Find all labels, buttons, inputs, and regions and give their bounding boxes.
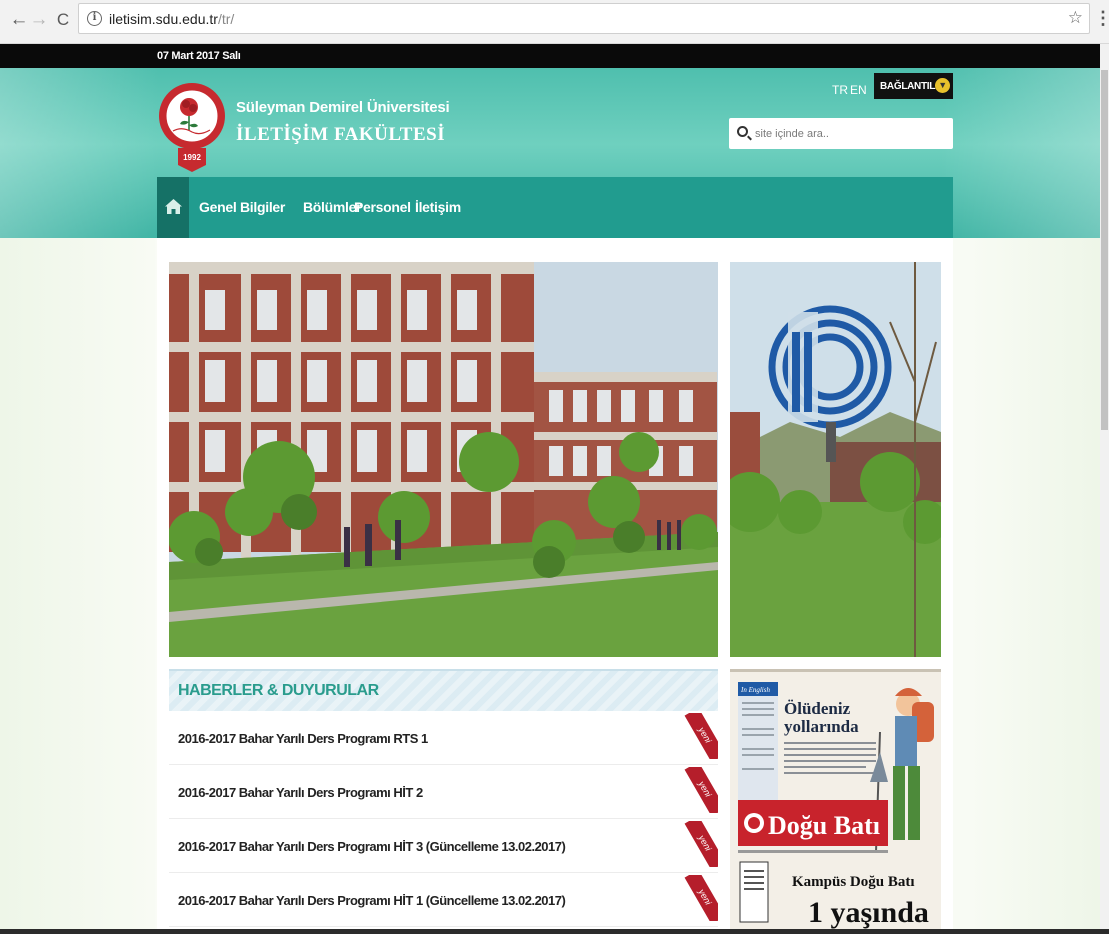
info-icon[interactable]: i (87, 11, 102, 26)
new-badge: yeni (684, 767, 718, 813)
nav-item-iletisim[interactable]: İletişim (415, 199, 461, 215)
newspaper-promo-banner[interactable]: In English Ölüdeniz yollarında Doğu Batı (730, 669, 941, 930)
faculty-name[interactable]: İLETİŞİM FAKÜLTESİ (236, 124, 445, 146)
university-name[interactable]: Süleyman Demirel Üniversitesi (236, 99, 450, 116)
news-section-header: HABERLER & DUYURULAR (169, 669, 718, 711)
forward-button[interactable]: → (28, 8, 50, 32)
nav-home-button[interactable] (157, 177, 189, 238)
lang-tr-link[interactable]: TR (832, 83, 848, 97)
url-host: iletisim.sdu.edu.tr (109, 11, 218, 27)
promo-tag: In English (740, 686, 770, 694)
news-item-title[interactable]: 2016-2017 Bahar Yarılı Ders Programı RTS… (178, 731, 428, 746)
new-badge: yeni (684, 713, 718, 759)
home-icon (165, 199, 182, 214)
address-bar[interactable]: i iletisim.sdu.edu.tr/tr/ ☆ (78, 3, 1090, 34)
reload-button[interactable]: C (52, 8, 74, 32)
back-button[interactable]: ← (8, 8, 30, 32)
current-date: 07 Mart 2017 Salı (157, 50, 241, 62)
news-item[interactable]: 2016-2017 Bahar Yarılı Ders Programı RTS… (169, 713, 718, 765)
news-item[interactable]: 2016-2017 Bahar Yarılı Ders Programı HİT… (169, 767, 718, 819)
newspaper-cover-image: In English Ölüdeniz yollarında Doğu Batı (730, 672, 941, 930)
news-item-title[interactable]: 2016-2017 Bahar Yarılı Ders Programı HİT… (178, 785, 423, 800)
promo-kampus-sub: 1 yaşında (808, 896, 929, 929)
search-input[interactable] (755, 124, 945, 143)
promo-headline-2: yollarında (784, 717, 859, 736)
news-item[interactable]: 2016-2017 Bahar Yarılı Ders Programı HİT… (169, 821, 718, 873)
links-dropdown-button[interactable]: BAĞLANTILAR ▼ (874, 73, 953, 99)
campus-hero-image[interactable] (169, 262, 718, 657)
news-section-title[interactable]: HABERLER & DUYURULAR (178, 682, 379, 700)
main-navigation: Genel Bilgiler Bölümler Personel İletişi… (157, 177, 953, 238)
promo-kampus-title: Kampüs Doğu Batı (792, 874, 915, 890)
faculty-logo-sculpture-image[interactable] (730, 262, 941, 657)
scrollbar-thumb[interactable] (1101, 70, 1108, 430)
date-strip: 07 Mart 2017 Salı (0, 44, 1100, 68)
seal-year: 1992 (183, 153, 201, 162)
promo-headline-1: Ölüdeniz (784, 699, 851, 718)
header-glow-left (0, 68, 160, 238)
lang-en-link[interactable]: EN (850, 83, 867, 97)
promo-paper-name: Doğu Batı (768, 811, 880, 840)
header-glow-right (940, 68, 1100, 238)
news-item[interactable]: 2016-2017 Bahar Yarılı Ders Programı HİT… (169, 875, 718, 927)
bottom-edge (0, 929, 1109, 934)
url-path: /tr/ (217, 11, 235, 27)
new-badge: yeni (684, 875, 718, 921)
new-badge: yeni (684, 821, 718, 867)
browser-toolbar: ← → C i iletisim.sdu.edu.tr/tr/ ☆ ⋮ (0, 0, 1109, 44)
news-item-title[interactable]: 2016-2017 Bahar Yarılı Ders Programı HİT… (178, 893, 566, 908)
news-item-title[interactable]: 2016-2017 Bahar Yarılı Ders Programı HİT… (178, 839, 566, 854)
browser-menu-icon[interactable]: ⋮ (1094, 8, 1109, 29)
search-icon[interactable] (737, 126, 748, 137)
nav-item-bolumler[interactable]: Bölümler (303, 199, 362, 215)
university-seal-logo[interactable]: 1992 (158, 74, 226, 180)
bookmark-star-icon[interactable]: ☆ (1068, 8, 1083, 28)
url-text[interactable]: iletisim.sdu.edu.tr/tr/ (109, 11, 234, 27)
site-search (729, 118, 953, 149)
chevron-down-icon: ▼ (935, 78, 950, 93)
nav-item-genel-bilgiler[interactable]: Genel Bilgiler (199, 199, 285, 215)
content-background-right (953, 238, 1100, 930)
nav-item-personel[interactable]: Personel (354, 199, 411, 215)
